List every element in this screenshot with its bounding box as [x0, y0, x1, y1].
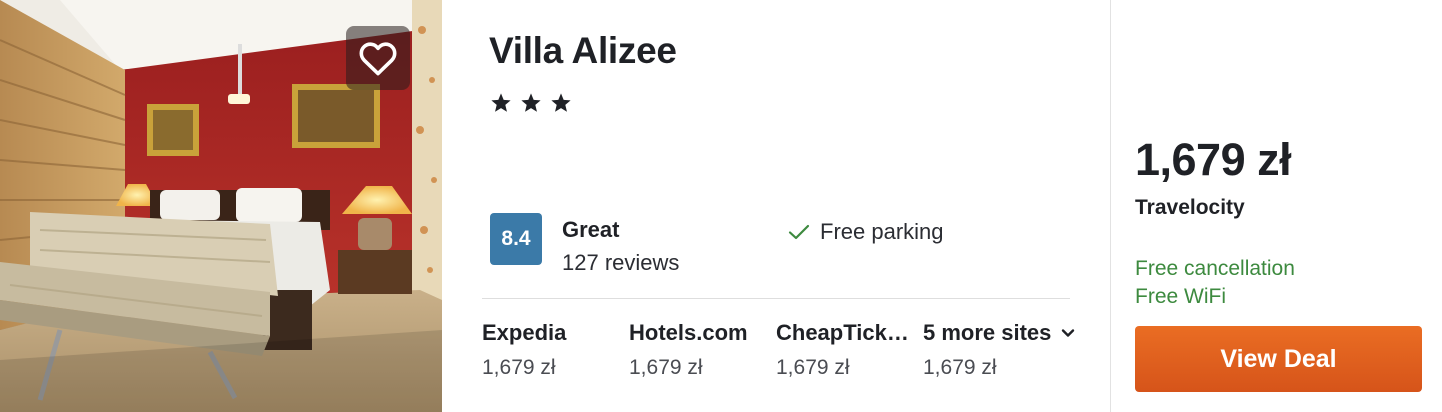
hotel-name[interactable]: Villa Alizee [489, 30, 677, 72]
more-sites-price: 1,679 zł [923, 356, 997, 379]
perk-free-wifi: Free WiFi [1135, 285, 1226, 308]
deal-price[interactable]: 1,679 zł [1135, 134, 1292, 186]
best-deal-panel: 1,679 zł Travelocity Free cancellation F… [1111, 0, 1442, 412]
more-sites-label: 5 more sites [923, 320, 1052, 345]
provider-name: Hotels.com [629, 320, 748, 345]
checkmark-icon [788, 224, 810, 240]
provider-expedia[interactable]: Expedia 1,679 zł [482, 320, 622, 380]
rating-score-badge[interactable]: 8.4 [490, 213, 542, 265]
chevron-down-icon [1062, 329, 1075, 337]
more-sites-toggle[interactable]: 5 more sites 1,679 zł [923, 320, 1103, 380]
hotel-photo[interactable] [0, 0, 442, 412]
provider-price: 1,679 zł [629, 356, 703, 379]
provider-hotels-com[interactable]: Hotels.com 1,679 zł [629, 320, 769, 380]
favorite-button[interactable] [346, 26, 410, 90]
view-deal-button[interactable]: View Deal [1135, 326, 1422, 392]
perk-free-cancellation: Free cancellation [1135, 257, 1295, 280]
review-count[interactable]: 127 reviews [562, 250, 679, 276]
star-rating [490, 92, 572, 114]
rating-label: Great [562, 217, 620, 242]
star-icon [551, 93, 571, 112]
hotel-result-card[interactable]: Villa Alizee 8.4 Great 127 reviews Free … [0, 0, 1442, 412]
provider-name: CheapTickets [776, 320, 916, 345]
provider-cheaptickets[interactable]: CheapTickets 1,679 zł [776, 320, 916, 380]
provider-price: 1,679 zł [482, 356, 556, 379]
star-icon [491, 93, 511, 112]
deal-provider: Travelocity [1135, 196, 1245, 219]
amenity-label: Free parking [820, 219, 944, 244]
provider-name: Expedia [482, 320, 567, 345]
section-divider [482, 298, 1070, 299]
provider-prices: Expedia 1,679 zł Hotels.com 1,679 zł Che… [482, 320, 1102, 390]
provider-price: 1,679 zł [776, 356, 850, 379]
star-icon [521, 93, 541, 112]
amenity-free-parking: Free parking [788, 219, 944, 245]
hotel-info: Villa Alizee 8.4 Great 127 reviews Free … [442, 0, 1110, 412]
heart-outline-icon [359, 42, 397, 76]
